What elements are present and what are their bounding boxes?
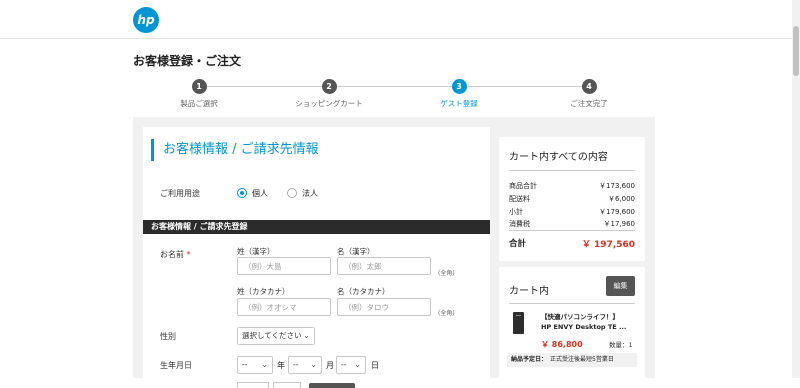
last-name-kanji-input[interactable]: [237, 257, 331, 275]
chevron-down-icon: ⌄: [354, 360, 361, 369]
checkout-content: お客様情報 / ご請求先情報 ご利用用途 個人 法人 お客様情報 / ご請求先登…: [133, 117, 655, 388]
first-name-kanji-input[interactable]: [337, 257, 431, 275]
summary-row: 配送料 ￥6,000: [509, 194, 635, 204]
usage-radio-corporate[interactable]: [287, 188, 297, 198]
product-quantity: 数量：1: [609, 341, 633, 349]
usage-radio-personal[interactable]: [237, 188, 247, 198]
summary-title: カート内すべての内容: [509, 152, 608, 163]
product-price: ￥ 86,800: [541, 340, 583, 349]
next-field-button[interactable]: [309, 383, 355, 388]
checkout-steps: 1 製品ご選択 2 ショッピングカート 3 ゲスト登録 4 ご注文完了: [133, 78, 655, 108]
cart-title: カート内: [509, 286, 549, 297]
usage-option-personal[interactable]: 個人: [252, 188, 268, 199]
step-2: 2 ショッピングカート: [264, 78, 394, 109]
section-title: お客様情報 / ご請求先情報: [151, 139, 319, 161]
delivery-value: 正式受注後最短5営業日: [550, 356, 614, 363]
birth-year-select[interactable]: -- ⌄: [237, 356, 273, 374]
step-number: 3: [451, 79, 467, 94]
product-name-line1: 【快適パソコンライフ！】: [541, 313, 619, 321]
total-value: ￥ 197,560: [581, 240, 635, 250]
month-unit: 月: [326, 361, 334, 370]
next-field-box[interactable]: [273, 382, 301, 388]
last-name-kana-input[interactable]: [237, 298, 331, 316]
step-label: ご注文完了: [570, 99, 608, 108]
desktop-pc-icon: [513, 312, 524, 334]
page-title: お客様登録・ご注文: [133, 54, 242, 68]
step-1: 1 製品ご選択: [134, 78, 264, 109]
month-select-value: --: [293, 360, 299, 369]
summary-divider: [509, 170, 635, 171]
chevron-down-icon: ⌄: [261, 360, 268, 369]
hp-logo[interactable]: hp: [133, 7, 159, 33]
usage-option-corporate[interactable]: 法人: [302, 188, 318, 199]
summary-row-value: ￥17,960: [603, 220, 636, 228]
total-label: 合計: [509, 239, 527, 249]
gender-select[interactable]: 選択してください ⌄: [237, 327, 315, 345]
year-unit: 年: [277, 361, 285, 370]
birthday-label: 生年月日: [160, 361, 192, 370]
summary-row-label: 小計: [509, 208, 523, 216]
step-number: 1: [191, 79, 207, 94]
first-kana-label: 名（カタカナ）: [337, 287, 390, 296]
year-select-value: --: [242, 360, 248, 369]
step-number: 2: [321, 79, 337, 94]
birth-day-select[interactable]: -- ⌄: [336, 356, 366, 374]
birth-month-select[interactable]: -- ⌄: [288, 356, 322, 374]
day-unit: 日: [371, 361, 379, 370]
name-label-text: お名前: [160, 250, 184, 259]
first-kanji-label: 名（漢字）: [337, 247, 375, 256]
product-name-line2: HP ENVY Desktop TE ...: [541, 323, 627, 331]
step-4: 4 ご注文完了: [524, 78, 654, 109]
summary-row-value: ￥173,600: [599, 182, 635, 190]
product-name[interactable]: 【快適パソコンライフ！】 HP ENVY Desktop TE ...: [541, 312, 641, 332]
order-summary: カート内すべての内容 商品合計 ￥173,600 配送料 ￥6,000 小計 ￥179…: [499, 137, 645, 261]
summary-row: 商品合計 ￥173,600: [509, 181, 635, 191]
summary-divider: [509, 230, 635, 231]
summary-row-label: 配送料: [509, 195, 530, 203]
summary-row-label: 消費税: [509, 220, 530, 228]
scrollbar-thumb[interactable]: [793, 26, 799, 76]
summary-row-label: 商品合計: [509, 182, 537, 190]
delivery-note: 納品予定日： 正式受注後最短5営業日: [507, 353, 637, 367]
last-kanji-label: 姓（漢字）: [237, 247, 275, 256]
page-scrollbar[interactable]: [792, 0, 800, 378]
step-number: 4: [581, 79, 597, 94]
summary-total: 合計 ￥ 197,560: [509, 237, 635, 250]
form-subheader: お客様情報 / ご請求先登録: [143, 220, 490, 234]
step-3: 3 ゲスト登録: [394, 78, 524, 109]
summary-row: 消費税 ￥17,960: [509, 219, 635, 229]
name-label: お名前 *: [160, 249, 191, 260]
last-kana-label: 姓（カタカナ）: [237, 287, 290, 296]
gender-label: 性別: [160, 332, 176, 341]
next-field-box[interactable]: [237, 382, 269, 388]
summary-row-value: ￥6,000: [607, 195, 635, 203]
summary-row: 小計 ￥179,600: [509, 207, 635, 217]
first-name-kana-input[interactable]: [337, 298, 431, 316]
gender-select-value: 選択してください: [242, 331, 302, 340]
customer-form: お客様情報 / ご請求先情報 ご利用用途 個人 法人 お客様情報 / ご請求先登…: [143, 127, 490, 388]
fullwidth-note: (全角): [438, 310, 455, 317]
usage-label: ご利用用途: [160, 189, 200, 198]
cart-divider: [509, 303, 635, 304]
step-label: ゲスト登録: [440, 99, 478, 108]
cart-panel: カート内 編集 【快適パソコンライフ！】 HP ENVY Desktop TE …: [499, 267, 645, 378]
chevron-down-icon: ⌄: [310, 360, 317, 369]
step-label: ショッピングカート: [295, 99, 363, 108]
summary-row-value: ￥179,600: [599, 208, 635, 216]
delivery-label: 納品予定日：: [511, 356, 548, 363]
fullwidth-note: (全角): [438, 270, 455, 277]
edit-cart-button[interactable]: 編集: [606, 276, 635, 296]
required-mark: *: [186, 250, 191, 259]
step-label: 製品ご選択: [180, 99, 218, 108]
chevron-down-icon: ⌄: [303, 331, 310, 340]
site-header: hp: [0, 0, 800, 39]
day-select-value: --: [341, 360, 347, 369]
